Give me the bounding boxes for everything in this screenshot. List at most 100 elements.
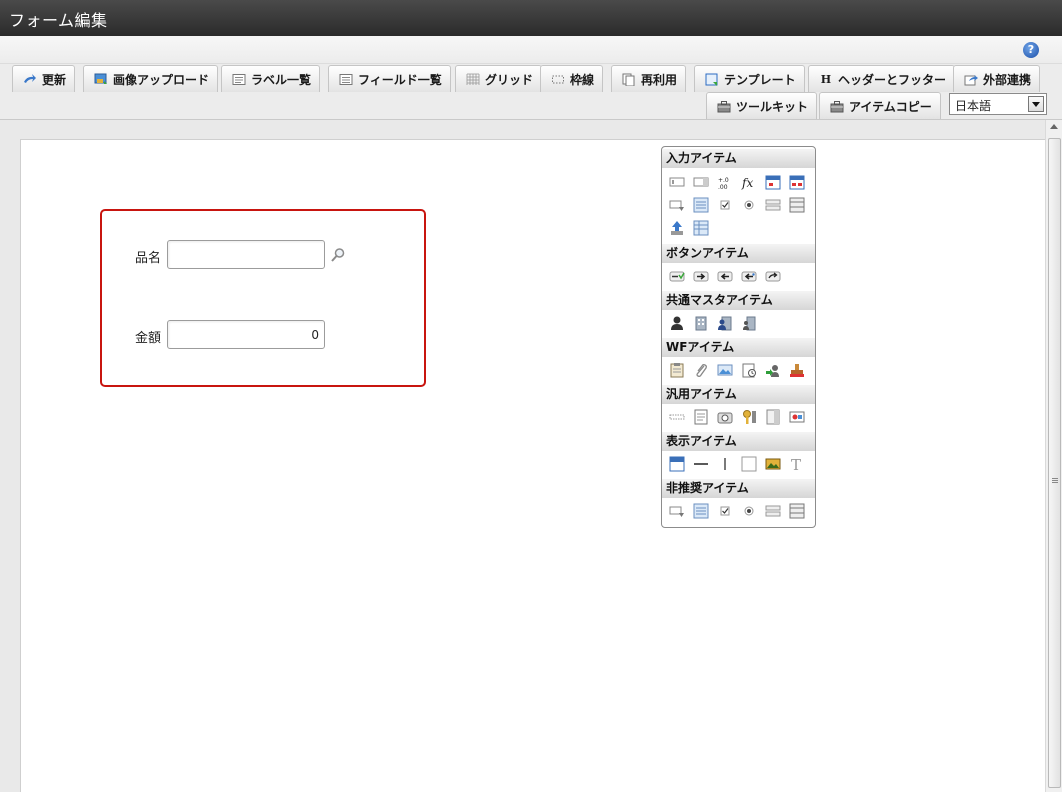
toolbar: 更新 画像アップロード ラベル一覧 フィールド一覧 グリッド 枠線 再利用 テン… [0, 64, 1062, 120]
key-icon[interactable] [741, 409, 757, 425]
update-button[interactable]: 更新 [12, 65, 76, 92]
formula-icon[interactable]: fx [741, 174, 757, 190]
field-list-button[interactable]: フィールド一覧 [328, 65, 451, 92]
window-titlebar: フォーム編集 [0, 0, 1062, 36]
public-group-icon[interactable] [741, 315, 757, 331]
reuse-label: 再利用 [641, 72, 678, 87]
item-palette: 入力アイテム +.0.00 fx ボタンアイテム 共通マスタアイテム WFアイテ… [661, 146, 816, 528]
select-old-icon[interactable] [765, 503, 781, 519]
vertical-scrollbar[interactable] [1045, 120, 1062, 792]
palette-section-display: 表示アイテム [662, 432, 815, 451]
date-icon[interactable] [765, 174, 781, 190]
header-footer-icon: H [820, 72, 832, 86]
item-copy-icon [830, 100, 844, 112]
external-link-icon [964, 74, 978, 85]
language-selected-value: 日本語 [955, 99, 992, 113]
image-upload-button[interactable]: 画像アップロード [83, 65, 219, 92]
combobox-old-icon[interactable] [669, 503, 685, 519]
product-name-input[interactable] [167, 240, 325, 269]
template-label: テンプレート [724, 72, 796, 87]
border-icon [552, 75, 564, 83]
field-label-product-name: 品名 [135, 251, 162, 266]
date-range-icon[interactable] [789, 174, 805, 190]
header-footer-button[interactable]: H ヘッダーとフッター [808, 65, 956, 92]
border-button[interactable]: 枠線 [540, 65, 604, 92]
stamp-icon[interactable] [789, 362, 805, 378]
svg-text:.00: .00 [718, 184, 728, 190]
chevron-down-icon[interactable] [1028, 96, 1044, 112]
grid-icon [466, 73, 480, 85]
text-doc-icon[interactable] [693, 409, 709, 425]
label-list-button[interactable]: ラベル一覧 [221, 65, 321, 92]
label-icon[interactable] [669, 456, 685, 472]
button-back-icon[interactable] [717, 268, 733, 284]
multi-select-icon[interactable] [789, 197, 805, 213]
svg-text:T: T [791, 456, 801, 472]
horizontal-line-icon[interactable] [693, 456, 709, 472]
header-footer-label: ヘッダーとフッター [838, 72, 947, 87]
field-list-icon [339, 73, 353, 85]
table-icon[interactable] [693, 220, 709, 236]
amount-value: 0 [311, 328, 319, 342]
history-icon[interactable] [741, 362, 757, 378]
button-next-icon[interactable] [693, 268, 709, 284]
svg-text:fx: fx [741, 176, 753, 190]
item-copy-button[interactable]: アイテムコピー [819, 92, 941, 119]
field-label-amount: 金額 [135, 331, 162, 346]
button-event-icon[interactable] [669, 268, 685, 284]
radio-icon[interactable] [741, 197, 757, 213]
grid-button[interactable]: グリッド [455, 65, 543, 92]
checkbox-old-icon[interactable] [717, 503, 733, 519]
selected-form-group[interactable] [100, 209, 426, 387]
wf-document-icon[interactable] [669, 362, 685, 378]
search-icon[interactable] [330, 247, 346, 263]
external-link-button[interactable]: 外部連携 [953, 65, 1041, 92]
label-list-icon [232, 73, 246, 85]
radio-old-icon[interactable] [741, 503, 757, 519]
select-list-icon[interactable] [765, 197, 781, 213]
combobox-icon[interactable] [669, 197, 685, 213]
camera-icon[interactable] [717, 409, 733, 425]
attachment-icon[interactable] [693, 362, 709, 378]
toolkit-button[interactable]: ツールキット [706, 92, 818, 119]
image-icon[interactable] [717, 362, 733, 378]
separator-icon[interactable] [669, 409, 685, 425]
svg-text:+.0: +.0 [718, 177, 729, 184]
amount-input[interactable]: 0 [167, 320, 325, 349]
image-upload-label: 画像アップロード [113, 72, 210, 87]
label-list-label: ラベル一覧 [251, 72, 312, 87]
button-forward-icon[interactable] [765, 268, 781, 284]
panel-icon[interactable] [765, 409, 781, 425]
template-button[interactable]: テンプレート [694, 65, 805, 92]
checkbox-icon[interactable] [717, 197, 733, 213]
button-return-icon[interactable] [741, 268, 757, 284]
picture-icon[interactable] [765, 456, 781, 472]
palette-section-wf: WFアイテム [662, 338, 815, 357]
process-icon[interactable] [765, 362, 781, 378]
help-bar: ? [0, 36, 1062, 64]
update-label: 更新 [42, 72, 67, 87]
vertical-line-icon[interactable] [717, 456, 733, 472]
external-link-label: 外部連携 [983, 72, 1032, 87]
language-select[interactable]: 日本語 [949, 93, 1047, 115]
frame-icon[interactable] [741, 456, 757, 472]
textbox-alt-icon[interactable] [693, 174, 709, 190]
text-icon[interactable]: T [789, 456, 805, 472]
organization-icon[interactable] [693, 315, 709, 331]
palette-section-input: 入力アイテム [662, 149, 815, 168]
scroll-thumb[interactable] [1048, 138, 1061, 788]
reuse-button[interactable]: 再利用 [611, 65, 687, 92]
role-icon[interactable] [717, 315, 733, 331]
listbox-icon[interactable] [693, 197, 709, 213]
reuse-icon [622, 73, 635, 86]
multi-select-old-icon[interactable] [789, 503, 805, 519]
file-upload-icon[interactable] [669, 220, 685, 236]
help-icon[interactable]: ? [1023, 42, 1039, 58]
textbox-icon[interactable] [669, 174, 685, 190]
widget-icon[interactable] [789, 409, 805, 425]
user-icon[interactable] [669, 315, 685, 331]
listbox-old-icon[interactable] [693, 503, 709, 519]
border-label: 枠線 [570, 72, 595, 87]
number-icon[interactable]: +.0.00 [717, 174, 733, 190]
scroll-up-arrow[interactable] [1050, 124, 1058, 129]
